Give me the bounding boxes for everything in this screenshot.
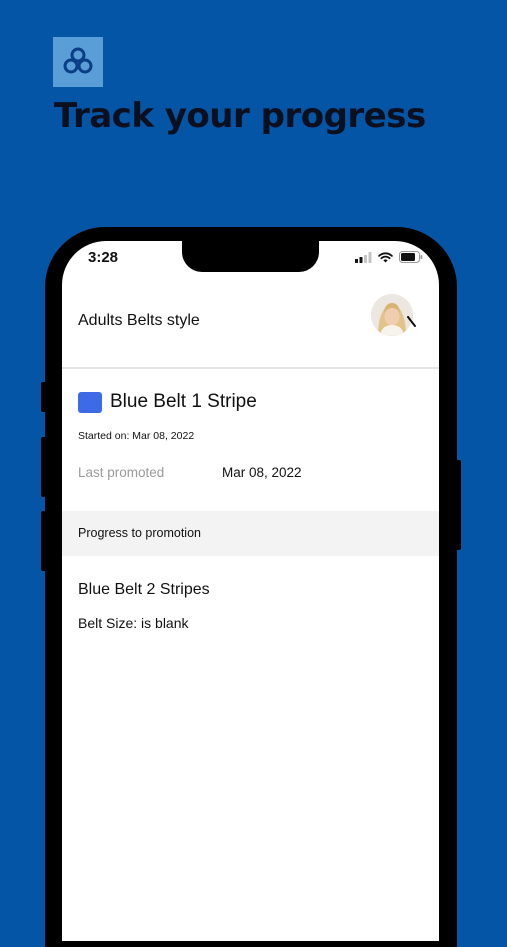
battery-icon	[399, 251, 423, 263]
wifi-icon	[378, 251, 393, 262]
started-on-date: Started on: Mar 08, 2022	[78, 430, 195, 442]
status-time: 3:28	[88, 249, 119, 266]
last-promoted-label: Last promoted	[78, 465, 165, 480]
next-belt-name: Blue Belt 2 Stripes	[78, 581, 210, 598]
phone-screen: 3:28 Adults Belts style Blue Belt 1 Stri…	[62, 241, 439, 941]
phone-notch	[182, 241, 319, 272]
progress-section-header: Progress to promotion	[62, 511, 439, 556]
last-promoted-value: Mar 08, 2022	[222, 465, 302, 480]
header-divider	[62, 367, 439, 369]
promo-headline: Track your progress	[54, 96, 426, 136]
header-title: Adults Belts style	[78, 312, 200, 329]
current-belt-name: Blue Belt 1 Stripe	[110, 391, 257, 412]
profile-avatar[interactable]	[371, 294, 413, 336]
app-logo	[53, 37, 103, 87]
cellular-signal-icon	[355, 251, 372, 263]
progress-label: Progress to promotion	[78, 526, 201, 540]
avatar-search-icon	[407, 316, 416, 327]
belt-color-swatch	[78, 392, 102, 413]
triple-loop-logo-icon	[63, 47, 93, 74]
belt-size-text: Belt Size: is blank	[78, 615, 189, 631]
status-icons	[355, 251, 423, 263]
